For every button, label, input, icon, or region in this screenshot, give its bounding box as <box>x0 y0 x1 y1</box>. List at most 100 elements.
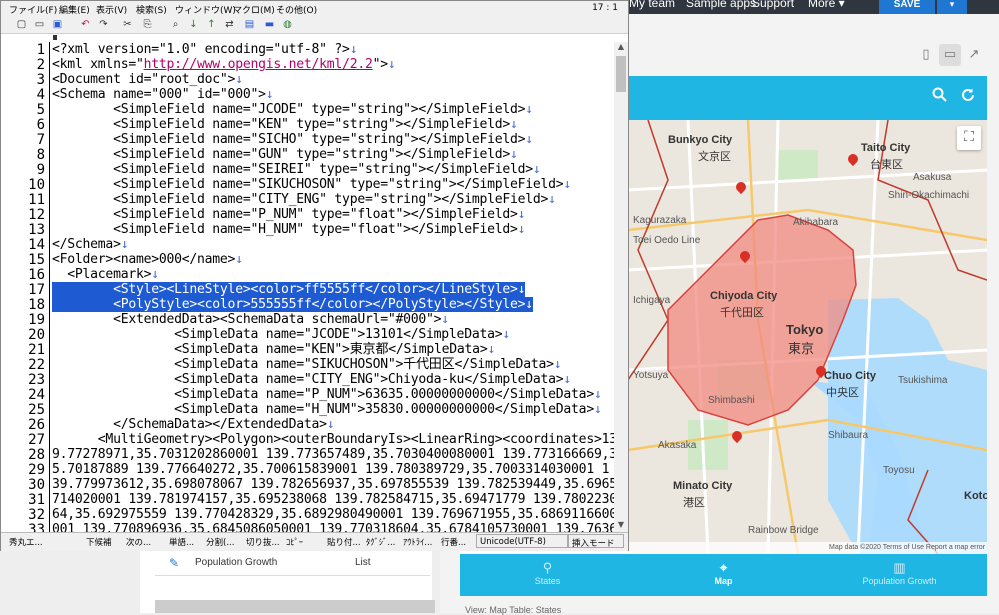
save-button[interactable]: SAVE <box>879 0 935 14</box>
code-line[interactable]: 7 <SimpleField name="SICHO" type="string… <box>1 132 614 148</box>
code-line[interactable]: 26 </SchemaData></ExtendedData>↓ <box>1 417 614 433</box>
replace-icon[interactable]: ⇄ <box>223 18 236 31</box>
code-text: <SimpleField name="CITY_ENG" type="strin… <box>52 192 556 207</box>
newline-mark-icon: ↓ <box>151 267 159 282</box>
code-line[interactable]: 29 5.70187889 139.776640272,35.7006158390… <box>1 462 614 478</box>
scroll-up-icon[interactable]: ▲ <box>614 42 628 54</box>
code-line[interactable]: 15 <Folder><name>000</name>↓ <box>1 252 614 268</box>
tab-states[interactable]: ⚲ States <box>460 554 635 596</box>
status-item[interactable]: 下候補 <box>86 536 112 548</box>
fullscreen-icon[interactable]: ⛶ <box>957 126 981 150</box>
cut-icon[interactable]: ✂ <box>121 18 134 31</box>
code-line[interactable]: 33 001 139.770896936,35.6845086050001 139… <box>1 522 614 532</box>
code-line[interactable]: 10 <SimpleField name="SIKUCHOSON" type="… <box>1 177 614 193</box>
nav-more[interactable]: More ▾ <box>808 0 845 10</box>
code-text: </SchemaData></ExtendedData>↓ <box>52 417 335 432</box>
scroll-thumb[interactable] <box>616 56 626 92</box>
split-icon[interactable]: ▬ <box>263 18 276 31</box>
code-line[interactable]: 25 <SimpleData name="H_NUM">35830.000000… <box>1 402 614 418</box>
scroll-down-icon[interactable]: ▼ <box>614 520 628 532</box>
view-row-population-growth[interactable]: ✎ Population Growth List <box>155 553 430 576</box>
code-line[interactable]: 14 </Schema>↓ <box>1 237 614 253</box>
code-line[interactable]: 21 <SimpleData name="KEN">東京都</SimpleDat… <box>1 342 614 358</box>
nav-sample-apps[interactable]: Sample apps <box>686 0 756 10</box>
code-line[interactable]: 19 <ExtendedData><SchemaData schemaUrl="… <box>1 312 614 328</box>
code-line[interactable]: 11 <SimpleField name="CITY_ENG" type="st… <box>1 192 614 208</box>
menu-search[interactable]: 検索(S) <box>136 3 167 16</box>
menu-edit[interactable]: 編集(E) <box>59 3 90 16</box>
status-item[interactable]: 行番... <box>441 536 466 548</box>
undo-icon[interactable]: ↶ <box>79 18 92 31</box>
code-line[interactable]: 5 <SimpleField name="JCODE" type="string… <box>1 102 614 118</box>
status-item[interactable]: 単語... <box>169 536 194 548</box>
code-line[interactable]: 22 <SimpleData name="SIKUCHOSON">千代田区</S… <box>1 357 614 373</box>
map-view[interactable]: Bunkyo City 文京区 Taito City 台東区 Shin-Okac… <box>628 120 987 554</box>
find-icon[interactable]: ⌕ <box>169 18 182 31</box>
new-file-icon[interactable]: ▢ <box>15 18 28 31</box>
redo-icon[interactable]: ↷ <box>97 18 110 31</box>
panel-scrollbar[interactable] <box>155 600 435 613</box>
tab-map-label: Map <box>714 576 733 586</box>
tab-map[interactable]: ⌖ Map <box>636 554 811 596</box>
status-item[interactable]: 次の... <box>126 536 151 548</box>
code-line[interactable]: 31 714020001 139.781974157,35.695238068 1… <box>1 492 614 508</box>
window-icon[interactable]: ▤ <box>243 18 256 31</box>
code-line[interactable]: 1 <?xml version="1.0" encoding="utf-8" ?>… <box>1 42 614 58</box>
code-area[interactable]: 1 <?xml version="1.0" encoding="utf-8" ?>… <box>1 42 614 532</box>
save-dropdown-button[interactable]: ▾ <box>937 0 967 14</box>
tab-population-growth[interactable]: ▥ Population Growth <box>812 554 987 596</box>
code-line[interactable]: 32 64,35.692975559 139.770428329,35.68929… <box>1 507 614 523</box>
edit-icon[interactable]: ✎ <box>169 556 179 570</box>
menu-macro[interactable]: マクロ(M) <box>233 3 275 16</box>
code-line[interactable]: 27 <MultiGeometry><Polygon><outerBoundar… <box>1 432 614 448</box>
find-next-icon[interactable]: ↓ <box>187 18 200 31</box>
code-line[interactable]: 6 <SimpleField name="KEN" type="string">… <box>1 117 614 133</box>
nav-support[interactable]: Support <box>752 0 794 10</box>
encoding-indicator[interactable]: Unicode(UTF-8) <box>476 534 568 548</box>
code-line[interactable]: 30 39.779973612,35.698078067 139.78265693… <box>1 477 614 493</box>
refresh-icon[interactable] <box>960 87 976 108</box>
status-item[interactable]: ｺﾋﾟｰ <box>286 536 303 548</box>
menu-window[interactable]: ウィンドウ(W) <box>175 3 236 16</box>
globe-icon[interactable]: ◍ <box>281 18 294 31</box>
code-line[interactable]: 23 <SimpleData name="CITY_ENG">Chiyoda-k… <box>1 372 614 388</box>
newline-mark-icon: ↓ <box>235 252 243 267</box>
menu-view[interactable]: 表示(V) <box>96 3 127 16</box>
code-line[interactable]: 28 9.77278971,35.7031202860001 139.773657… <box>1 447 614 463</box>
code-line[interactable]: 18 <PolyStyle><color>555555ff</color></P… <box>1 297 614 313</box>
status-item[interactable]: 分割(... <box>206 536 234 548</box>
line-number: 5 <box>36 102 45 118</box>
code-line[interactable]: 12 <SimpleField name="P_NUM" type="float… <box>1 207 614 223</box>
status-item[interactable]: 切り抜... <box>246 536 280 548</box>
code-line[interactable]: 13 <SimpleField name="H_NUM" type="float… <box>1 222 614 238</box>
vertical-scrollbar[interactable]: ▲ ▼ <box>614 42 628 532</box>
map-label-place: Asakusa <box>913 172 952 183</box>
code-line[interactable]: 4 <Schema name="000" id="000">↓ <box>1 87 614 103</box>
menu-file[interactable]: ファイル(F) <box>9 3 57 16</box>
nav-my-team[interactable]: My team <box>629 0 675 10</box>
save-icon[interactable]: ▣ <box>51 18 64 31</box>
search-icon[interactable] <box>932 87 947 107</box>
code-line[interactable]: 20 <SimpleData name="JCODE">13101</Simpl… <box>1 327 614 343</box>
phone-preview-icon[interactable]: ▯ <box>915 44 937 66</box>
code-line[interactable]: 17 <Style><LineStyle><color>ff5555ff</co… <box>1 282 614 298</box>
status-item[interactable]: 秀丸エ... <box>9 536 43 548</box>
code-line[interactable]: 24 <SimpleData name="P_NUM">63635.000000… <box>1 387 614 403</box>
menu-other[interactable]: その他(O) <box>276 3 317 16</box>
open-folder-icon[interactable]: ▭ <box>33 18 46 31</box>
tablet-preview-icon[interactable]: ▭ <box>939 44 961 66</box>
code-line[interactable]: 9 <SimpleField name="SEIREI" type="strin… <box>1 162 614 178</box>
find-prev-icon[interactable]: ↑ <box>205 18 218 31</box>
status-item[interactable]: ﾀｸﾞｼﾞ... <box>366 536 395 548</box>
input-mode-indicator[interactable]: 挿入モード <box>568 534 624 549</box>
status-item[interactable]: 貼り付... <box>327 536 361 548</box>
code-line[interactable]: 2 <kml xmlns="http://www.opengis.net/kml/… <box>1 57 614 73</box>
code-line[interactable]: 3 <Document id="root_doc">↓ <box>1 72 614 88</box>
code-line[interactable]: 8 <SimpleField name="GUN" type="string">… <box>1 147 614 163</box>
code-text: <Document id="root_doc">↓ <box>52 72 243 87</box>
copy-icon[interactable]: ⎘ <box>141 18 154 31</box>
code-line[interactable]: 16 <Placemark>↓ <box>1 267 614 283</box>
code-url-link[interactable]: http://www.opengis.net/kml/2.2 <box>144 57 373 72</box>
external-link-icon[interactable]: ↗ <box>963 44 985 66</box>
status-item[interactable]: ｱｳﾄﾗｲ... <box>403 536 432 548</box>
